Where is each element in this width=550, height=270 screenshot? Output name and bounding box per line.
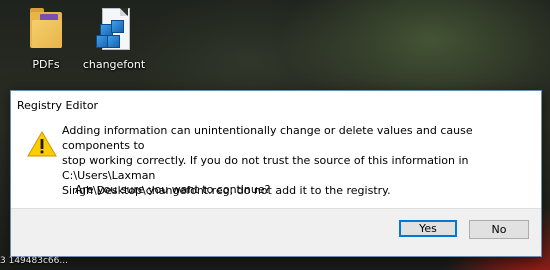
registry-editor-dialog: Registry Editor Adding information can u… bbox=[10, 90, 542, 257]
warning-icon bbox=[27, 131, 57, 157]
desktop-icon-label: changefont bbox=[82, 58, 146, 71]
dialog-question: Are you sure you want to continue? bbox=[75, 183, 271, 196]
yes-button[interactable]: Yes bbox=[399, 220, 457, 237]
desktop-icon-changefont[interactable]: changefont bbox=[82, 6, 146, 71]
desktop-bottom-text: 3 149483c66... bbox=[0, 256, 68, 266]
folder-icon bbox=[26, 6, 66, 52]
desktop-icon-pdfs[interactable]: PDFs bbox=[14, 6, 78, 71]
desktop-icon-label: PDFs bbox=[32, 58, 60, 71]
registry-file-icon bbox=[94, 6, 134, 52]
dialog-titlebar[interactable]: Registry Editor bbox=[11, 91, 541, 119]
dialog-content: Adding information can unintentionally c… bbox=[11, 119, 541, 208]
dialog-button-bar: Yes No bbox=[11, 208, 541, 256]
dialog-title: Registry Editor bbox=[17, 98, 99, 112]
no-button[interactable]: No bbox=[469, 220, 529, 239]
